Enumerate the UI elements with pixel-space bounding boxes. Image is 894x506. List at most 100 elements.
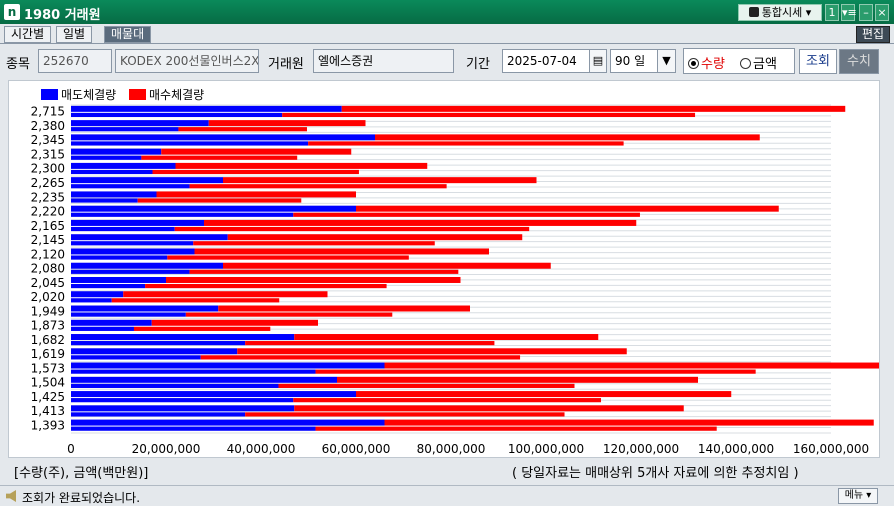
window-number-button[interactable]: 1: [825, 4, 839, 21]
bar-sell: [71, 134, 375, 141]
bar-sell: [71, 191, 157, 198]
bar-sell: [71, 219, 204, 226]
bar-buy: [161, 148, 352, 155]
unit-note: [수량(주), 금액(백만원)]: [14, 466, 149, 481]
bar-sell: [71, 198, 138, 203]
query-button[interactable]: 조회: [799, 49, 837, 74]
bar-sell: [71, 212, 294, 217]
bar-sell: [71, 112, 283, 118]
filter-bar: 종목 252670 KODEX 200선물인버스2X 거래원 엘에스증권 기간 …: [0, 45, 894, 77]
y-tick-label: 2,315: [31, 147, 65, 161]
bar-sell: [71, 398, 294, 403]
bar-sell: [71, 419, 385, 426]
bar-sell: [71, 312, 186, 317]
bar-sell: [71, 127, 179, 132]
y-tick-label: 1,682: [31, 333, 65, 347]
integrated-quote-combo[interactable]: 통합시세 ▾: [738, 4, 822, 21]
calendar-icon[interactable]: ▤: [589, 49, 607, 73]
bar-sell: [71, 241, 194, 246]
bar-buy: [178, 127, 307, 132]
bar-buy: [194, 248, 489, 255]
legend-swatch: [41, 89, 58, 100]
tab-volume-profile[interactable]: 매물대: [104, 26, 152, 43]
bar-sell: [71, 226, 175, 232]
y-tick-label: 1,949: [31, 304, 65, 318]
bar-buy: [278, 383, 575, 388]
y-tick-label: 1,413: [31, 404, 65, 418]
bar-sell: [71, 348, 238, 355]
bar-sell: [71, 355, 201, 360]
radio-selected-icon: [688, 58, 699, 69]
y-tick-label: 2,235: [31, 190, 65, 204]
close-button[interactable]: ×: [875, 4, 889, 21]
bar-sell: [71, 426, 316, 431]
stock-label: 종목: [6, 57, 30, 72]
bar-buy: [337, 376, 698, 383]
stock-code-field[interactable]: 252670: [38, 49, 112, 73]
bar-sell: [71, 105, 342, 112]
estimate-note: ( 당일자료는 매매상위 5개사 자료에 의한 추정치임 ): [512, 466, 799, 481]
x-tick-label: 140,000,000: [698, 442, 774, 456]
tab-by-day[interactable]: 일별: [56, 26, 93, 43]
lock-icon: [748, 7, 759, 17]
y-tick-label: 2,165: [31, 219, 65, 233]
y-tick-label: 1,573: [31, 361, 65, 375]
bar-sell: [71, 141, 309, 146]
days-field[interactable]: 90 일: [610, 49, 658, 73]
bar-sell: [71, 262, 223, 269]
date-field[interactable]: 2025-07-04: [502, 49, 590, 73]
unit-radio-group: 수량 금액: [683, 48, 795, 74]
tab-by-time[interactable]: 시간별: [4, 26, 52, 43]
bar-buy: [208, 120, 366, 127]
bar-sell: [71, 234, 228, 241]
days-dropdown-button[interactable]: ▼: [657, 49, 676, 73]
status-message: 조회가 완료되었습니다.: [22, 491, 141, 505]
bar-sell: [71, 269, 190, 274]
bar-sell: [71, 305, 219, 312]
menu-button[interactable]: 메뉴 ▾: [838, 488, 878, 504]
bar-sell: [71, 248, 195, 255]
bar-sell: [71, 383, 279, 388]
radio-quantity[interactable]: 수량: [688, 53, 725, 72]
y-tick-label: 1,393: [31, 418, 65, 432]
bar-buy: [223, 262, 551, 269]
minimize-button[interactable]: –: [859, 4, 873, 21]
edit-button[interactable]: 편집: [856, 26, 890, 43]
window-menu-button[interactable]: ▾≡: [841, 4, 857, 21]
bar-buy: [141, 155, 298, 160]
y-tick-label: 2,345: [31, 133, 65, 147]
bar-buy: [167, 255, 409, 260]
bar-buy: [375, 134, 760, 141]
y-tick-label: 2,220: [31, 205, 65, 219]
bar-buy: [218, 305, 470, 312]
bar-buy: [315, 426, 717, 431]
bar-sell: [71, 162, 176, 169]
x-tick-label: 80,000,000: [417, 442, 486, 456]
radio-unselected-icon: [740, 58, 751, 69]
y-tick-label: 2,080: [31, 262, 65, 276]
bar-sell: [71, 405, 295, 412]
bar-buy: [293, 398, 602, 403]
bar-buy: [156, 191, 356, 198]
numbers-button[interactable]: 수치: [839, 49, 879, 74]
radio-amount[interactable]: 금액: [740, 53, 777, 72]
y-tick-label: 2,120: [31, 247, 65, 261]
bar-buy: [145, 283, 387, 289]
bar-buy: [123, 291, 328, 298]
y-tick-label: 2,265: [31, 176, 65, 190]
bar-buy: [356, 391, 732, 398]
bar-sell: [71, 341, 246, 346]
bar-sell: [71, 334, 295, 341]
broker-field[interactable]: 엘에스증권: [313, 49, 454, 73]
bar-sell: [71, 362, 385, 369]
app-icon: n: [4, 4, 20, 20]
integrated-quote-label: 통합시세: [761, 6, 803, 19]
volume-profile-chart: 매도체결량 매수체결량 2,715 2,380 2,345 2,315 2,300 2,265…: [8, 80, 894, 458]
y-tick-label: 1,619: [31, 347, 65, 361]
bar-buy: [282, 112, 696, 118]
bar-sell: [71, 120, 209, 127]
x-tick-label: 120,000,000: [603, 442, 679, 456]
bar-sell: [71, 412, 246, 417]
bar-sell: [71, 148, 162, 155]
x-tick-label: 40,000,000: [227, 442, 296, 456]
